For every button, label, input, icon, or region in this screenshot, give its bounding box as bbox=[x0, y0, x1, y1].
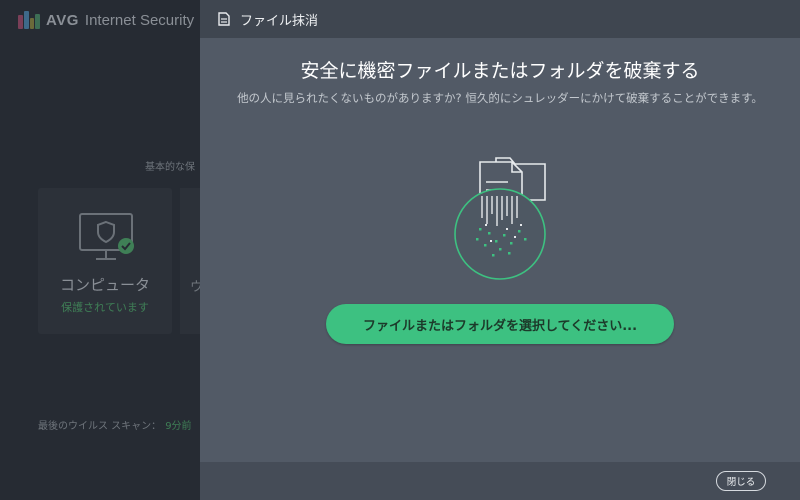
monitor-shield-check-icon bbox=[79, 213, 134, 260]
brand-name: AVG bbox=[46, 11, 79, 29]
last-scan-label: 最後のウイルス スキャン： bbox=[38, 421, 162, 432]
section-title: 基本的な保 bbox=[145, 162, 195, 173]
product-name: Internet Security bbox=[84, 11, 195, 29]
dialog-title: ファイル抹消 bbox=[240, 13, 319, 29]
dialog-body: 安全に機密ファイルまたはフォルダを破棄する 他の人に見られたくないものがあります… bbox=[200, 38, 800, 462]
close-button[interactable]: 閉じる bbox=[716, 471, 766, 491]
dialog-description: 他の人に見られたくないものがありますか? 恒久的にシュレッダーにかけて破棄するこ… bbox=[237, 91, 763, 105]
app-title-bar: AVG Internet Security bbox=[18, 8, 194, 32]
computer-tile-status: 保護されています bbox=[61, 301, 149, 314]
last-scan-value[interactable]: 9分前 bbox=[165, 421, 191, 432]
select-file-or-folder-button[interactable]: ファイルまたはフォルダを選択してください... bbox=[326, 304, 674, 344]
dialog-heading: 安全に機密ファイルまたはフォルダを破棄する bbox=[300, 60, 700, 82]
file-shredder-dialog: ファイル抹消 安全に機密ファイルまたはフォルダを破棄する 他の人に見られたくない… bbox=[200, 0, 800, 500]
background-app: AVG Internet Security 基本的な保 コンピュータ 保護されて… bbox=[0, 0, 203, 500]
dialog-footer: 閉じる bbox=[200, 462, 800, 500]
avg-logo-icon bbox=[18, 11, 40, 29]
dialog-header: ファイル抹消 bbox=[200, 0, 800, 38]
computer-tile[interactable]: コンピュータ 保護されています bbox=[38, 188, 172, 334]
document-icon bbox=[218, 12, 232, 26]
second-tile[interactable]: ウ bbox=[180, 188, 203, 334]
last-scan-info: 最後のウイルス スキャン： 9分前 bbox=[38, 417, 192, 432]
computer-tile-label: コンピュータ bbox=[59, 276, 150, 294]
file-shredder-icon bbox=[454, 157, 546, 280]
